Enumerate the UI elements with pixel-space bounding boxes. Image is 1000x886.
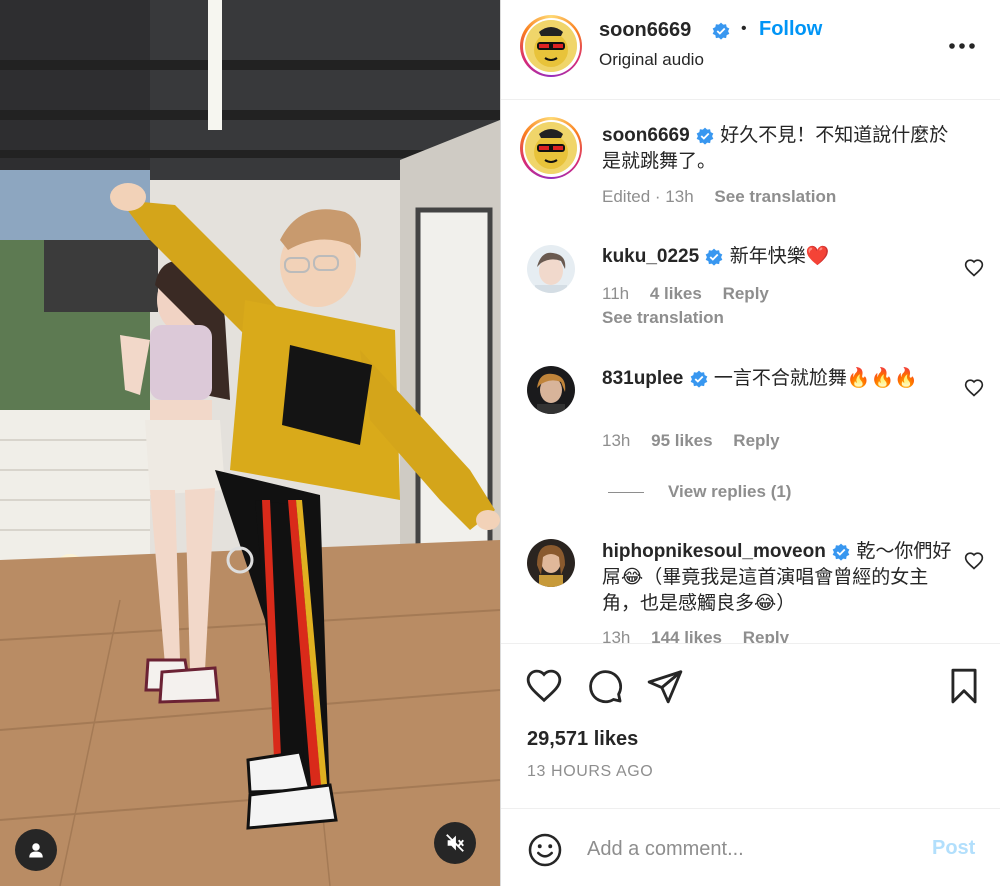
verified-badge-icon — [696, 127, 714, 145]
verified-badge-icon — [690, 370, 707, 388]
bookmark-icon[interactable] — [945, 667, 983, 705]
audio-link[interactable]: Original audio — [599, 50, 704, 70]
post-header: soon6669 • Follow Original audio — [501, 0, 1000, 100]
comment-like-icon[interactable] — [964, 258, 984, 278]
comment-meta: 11h 4 likes Reply — [602, 284, 785, 304]
comment-avatar[interactable] — [527, 245, 575, 293]
comment-text: 一言不合就尬舞🔥🔥🔥 — [713, 368, 918, 389]
comment-username[interactable]: hiphopnikesoul_moveon — [602, 541, 826, 562]
post-video[interactable] — [0, 0, 500, 886]
mute-toggle-button[interactable] — [434, 822, 476, 864]
reply-button[interactable]: Reply — [723, 284, 769, 303]
post-comment-button[interactable]: Post — [932, 837, 975, 860]
comment-avatar-image — [527, 245, 575, 293]
post-actions: 29,571 likes 13 HOURS AGO — [501, 643, 1000, 808]
comment-time: 13h — [602, 431, 631, 450]
comment-composer: Post — [501, 808, 1000, 886]
comment-like-icon[interactable] — [964, 551, 984, 571]
comment-text-block: hiphopnikesoul_moveon 乾～你們好屌😂（畢竟我是這首演唱會曾… — [602, 539, 962, 617]
replies-divider-line — [608, 492, 644, 494]
comment-see-translation[interactable]: See translation — [602, 308, 724, 328]
paper-plane-icon[interactable] — [646, 667, 684, 705]
comment-bubble-icon[interactable] — [586, 667, 624, 705]
post-timestamp: 13 HOURS AGO — [527, 763, 654, 780]
comment-time: 11h — [602, 284, 630, 303]
view-replies-label: View replies (1) — [668, 482, 792, 501]
comment-meta: 13h 144 likes Reply — [602, 628, 805, 643]
comment-username[interactable]: 831uplee — [602, 368, 683, 389]
comment-avatar-image — [527, 539, 575, 587]
comment-likes[interactable]: 95 likes — [651, 431, 712, 450]
verified-badge-icon — [832, 543, 850, 561]
caption-avatar-image — [525, 122, 577, 174]
reply-button[interactable]: Reply — [743, 628, 789, 643]
caption-author-avatar[interactable] — [520, 117, 582, 179]
comment-time: 13h — [602, 628, 631, 643]
caption-username[interactable]: soon6669 — [602, 125, 690, 146]
caption-text-block: soon6669 好久不見！不知道說什麼於是就跳舞了。 — [602, 123, 962, 175]
comment-username[interactable]: kuku_0225 — [602, 246, 699, 267]
comment-text-block: 831uplee 一言不合就尬舞🔥🔥🔥 — [602, 366, 962, 392]
likes-count[interactable]: 29,571 likes — [527, 728, 638, 751]
author-avatar[interactable] — [520, 15, 582, 77]
smiley-icon[interactable] — [527, 832, 563, 868]
video-frame — [0, 0, 500, 886]
post-details-panel: soon6669 • Follow Original audio soon666… — [500, 0, 1000, 886]
author-avatar-image — [525, 20, 577, 72]
reply-button[interactable]: Reply — [733, 431, 779, 450]
user-tag-icon — [29, 843, 43, 858]
tagged-users-button[interactable] — [15, 829, 57, 871]
comment-likes[interactable]: 4 likes — [650, 284, 702, 303]
view-replies-button[interactable]: View replies (1) — [608, 482, 791, 502]
comment-text-block: kuku_0225 新年快樂❤️ — [602, 244, 962, 270]
comment-input[interactable] — [587, 831, 907, 867]
verified-badge-icon — [712, 22, 730, 40]
header-separator: • — [741, 20, 747, 37]
caption-meta: Edited · 13h See translation — [602, 187, 852, 207]
comments-list[interactable]: soon6669 好久不見！不知道說什麼於是就跳舞了。 Edited · 13h… — [501, 101, 1000, 643]
comment-avatar[interactable] — [527, 539, 575, 587]
comment-meta: 13h 95 likes Reply — [602, 431, 796, 451]
comment-likes[interactable]: 144 likes — [651, 628, 722, 643]
follow-button[interactable]: Follow — [759, 18, 822, 41]
verified-badge-icon — [706, 248, 723, 266]
comment-text: 新年快樂❤️ — [729, 246, 830, 267]
muted-speaker-icon — [446, 834, 464, 852]
heart-outline-icon[interactable] — [525, 667, 563, 705]
caption-see-translation[interactable]: See translation — [714, 187, 836, 206]
comment-like-icon[interactable] — [964, 378, 984, 398]
comment-avatar[interactable] — [527, 366, 575, 414]
author-username[interactable]: soon6669 — [599, 19, 691, 42]
more-horizontal-icon[interactable] — [947, 36, 977, 56]
comment-avatar-image — [527, 366, 575, 414]
caption-edited-time: Edited · 13h — [602, 187, 694, 206]
